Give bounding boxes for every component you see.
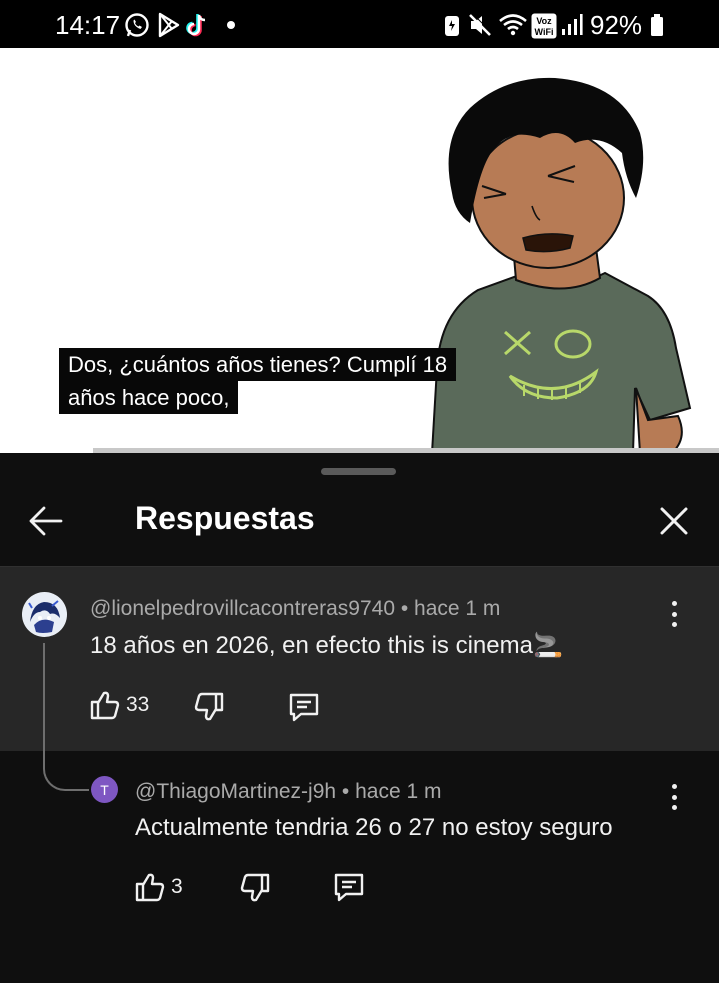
thumbs-up-icon — [90, 691, 120, 720]
back-button[interactable] — [22, 501, 68, 541]
meta-separator: • — [400, 597, 409, 620]
play-store-icon — [156, 11, 182, 39]
comment-icon — [334, 873, 364, 902]
signal-icon — [561, 11, 583, 39]
reply-text: Actualmente tendria 26 o 27 no estoy seg… — [135, 814, 613, 841]
avatar-letter: T — [100, 781, 109, 798]
comment-meta: @lionelpedrovillcacontreras9740 • hace 1… — [90, 597, 500, 621]
comment-time: hace 1 m — [414, 597, 501, 620]
drag-handle[interactable] — [321, 468, 396, 475]
thread-connector — [43, 643, 89, 791]
mute-icon — [466, 11, 494, 39]
vowifi-line1: Voz — [536, 16, 552, 26]
status-bar: 14:17 Voz WiFi 92% — [0, 0, 719, 48]
reply-time: hace 1 m — [355, 780, 442, 803]
meta-separator: • — [341, 780, 350, 803]
vowifi-line2: WiFi — [535, 27, 554, 37]
vowifi-icon: Voz WiFi — [531, 13, 557, 39]
reply-meta: @ThiagoMartinez-j9h • hace 1 m — [135, 780, 442, 804]
close-button[interactable] — [652, 501, 696, 541]
reply-avatar[interactable]: T — [91, 776, 118, 803]
dot-icon — [225, 11, 237, 39]
comment-more-button[interactable] — [664, 599, 684, 629]
comment-text: 18 años en 2026, en efecto this is cinem… — [90, 632, 563, 659]
data-saver-icon — [443, 11, 461, 39]
thumbs-down-icon — [194, 692, 224, 721]
thumbs-up-icon — [135, 873, 165, 902]
sheet-title: Respuestas — [135, 500, 315, 536]
battery-icon — [650, 11, 664, 39]
arrow-left-icon — [29, 506, 63, 536]
close-icon — [660, 507, 688, 535]
battery-percent: 92% — [590, 10, 643, 40]
dislike-button[interactable] — [193, 691, 225, 723]
like-button[interactable]: 33 — [89, 689, 149, 721]
comment-author[interactable]: @lionelpedrovillcacontreras9740 — [90, 597, 395, 620]
comment-icon — [289, 693, 319, 722]
video-caption: Dos, ¿cuántos años tienes? Cumplí 18 año… — [59, 348, 489, 414]
reply-dislike-button[interactable] — [239, 872, 271, 904]
reply-like-button[interactable]: 3 — [134, 871, 183, 903]
avatar-image — [22, 592, 67, 637]
thumbs-down-icon — [240, 873, 270, 902]
reply-author[interactable]: @ThiagoMartinez-j9h — [135, 780, 336, 803]
reply-reply-button[interactable] — [332, 871, 366, 903]
replies-sheet: Respuestas @lionelpedrovillcacontreras97… — [0, 453, 719, 983]
like-count: 33 — [126, 693, 150, 716]
caption-line-1: Dos, ¿cuántos años tienes? Cumplí 18 — [59, 348, 457, 381]
wifi-icon — [498, 11, 528, 39]
caption-line-2: años hace poco, — [59, 381, 239, 414]
avatar[interactable] — [22, 592, 67, 637]
reply-more-button[interactable] — [664, 782, 684, 812]
tiktok-icon — [184, 11, 210, 39]
status-time: 14:17 — [55, 10, 121, 40]
reply-like-count: 3 — [171, 875, 183, 898]
whatsapp-icon — [123, 11, 151, 39]
reply-button[interactable] — [287, 691, 321, 723]
